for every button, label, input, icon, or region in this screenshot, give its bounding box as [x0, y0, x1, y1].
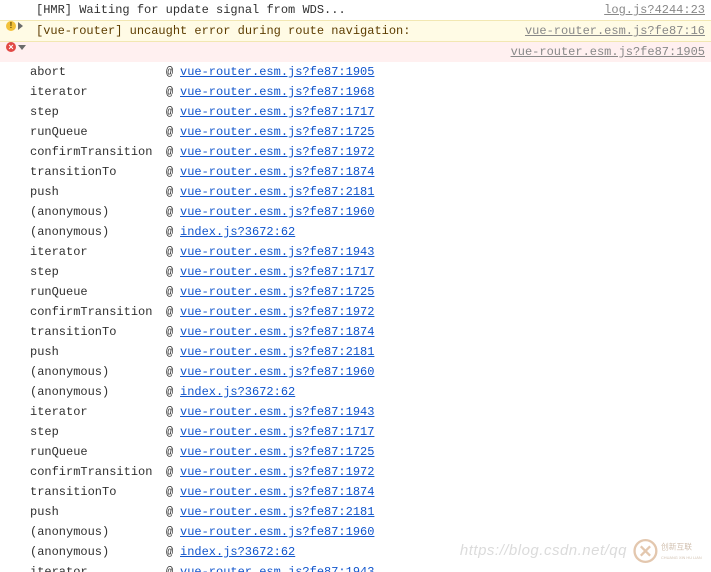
stack-at: @	[166, 482, 180, 502]
stack-source-link[interactable]: vue-router.esm.js?fe87:1725	[180, 122, 711, 142]
stack-function: confirmTransition	[30, 142, 166, 162]
stack-function: confirmTransition	[30, 462, 166, 482]
stack-function: (anonymous)	[30, 222, 166, 242]
console-row-log[interactable]: [HMR] Waiting for update signal from WDS…	[0, 0, 711, 20]
console-row-warn[interactable]: [vue-router] uncaught error during route…	[0, 20, 711, 42]
collapse-icon[interactable]	[18, 45, 26, 50]
stack-trace: abort@vue-router.esm.js?fe87:1905iterato…	[0, 62, 711, 572]
stack-at: @	[166, 182, 180, 202]
stack-source-link[interactable]: vue-router.esm.js?fe87:1968	[180, 82, 711, 102]
stack-at: @	[166, 442, 180, 462]
stack-source-link[interactable]: vue-router.esm.js?fe87:1943	[180, 242, 711, 262]
stack-source-link[interactable]: vue-router.esm.js?fe87:1960	[180, 202, 711, 222]
stack-source-link[interactable]: vue-router.esm.js?fe87:1717	[180, 102, 711, 122]
stack-at: @	[166, 162, 180, 182]
stack-source-link[interactable]: vue-router.esm.js?fe87:1972	[180, 302, 711, 322]
stack-at: @	[166, 562, 180, 572]
stack-function: push	[30, 342, 166, 362]
stack-at: @	[166, 282, 180, 302]
stack-source-link[interactable]: vue-router.esm.js?fe87:1725	[180, 442, 711, 462]
stack-source-link[interactable]: vue-router.esm.js?fe87:1943	[180, 402, 711, 422]
stack-function: step	[30, 262, 166, 282]
stack-source-link[interactable]: index.js?3672:62	[180, 542, 711, 562]
log-source-link[interactable]: log.js?4244:23	[592, 0, 705, 20]
stack-at: @	[166, 422, 180, 442]
stack-function: iterator	[30, 562, 166, 572]
error-source-link[interactable]: vue-router.esm.js?fe87:1905	[499, 42, 705, 62]
stack-source-link[interactable]: vue-router.esm.js?fe87:1874	[180, 482, 711, 502]
log-message: [HMR] Waiting for update signal from WDS…	[36, 0, 592, 20]
stack-at: @	[166, 402, 180, 422]
stack-at: @	[166, 222, 180, 242]
stack-function: runQueue	[30, 442, 166, 462]
stack-source-link[interactable]: vue-router.esm.js?fe87:1972	[180, 142, 711, 162]
stack-source-link[interactable]: vue-router.esm.js?fe87:1972	[180, 462, 711, 482]
stack-at: @	[166, 362, 180, 382]
stack-function: transitionTo	[30, 322, 166, 342]
stack-function: iterator	[30, 402, 166, 422]
stack-at: @	[166, 202, 180, 222]
stack-function: (anonymous)	[30, 522, 166, 542]
warning-icon	[6, 21, 16, 31]
stack-function: (anonymous)	[30, 382, 166, 402]
stack-at: @	[166, 242, 180, 262]
devtools-console: [HMR] Waiting for update signal from WDS…	[0, 0, 711, 572]
stack-source-link[interactable]: index.js?3672:62	[180, 222, 711, 242]
stack-source-link[interactable]: vue-router.esm.js?fe87:1874	[180, 162, 711, 182]
stack-at: @	[166, 82, 180, 102]
stack-at: @	[166, 502, 180, 522]
stack-function: step	[30, 102, 166, 122]
stack-function: abort	[30, 62, 166, 82]
stack-at: @	[166, 122, 180, 142]
stack-function: iterator	[30, 82, 166, 102]
row-gutter	[6, 21, 36, 31]
stack-function: step	[30, 422, 166, 442]
stack-source-link[interactable]: vue-router.esm.js?fe87:1960	[180, 522, 711, 542]
stack-at: @	[166, 322, 180, 342]
stack-function: transitionTo	[30, 162, 166, 182]
stack-function: push	[30, 502, 166, 522]
stack-function: iterator	[30, 242, 166, 262]
stack-source-link[interactable]: vue-router.esm.js?fe87:2181	[180, 502, 711, 522]
stack-function: push	[30, 182, 166, 202]
stack-function: (anonymous)	[30, 542, 166, 562]
row-gutter	[6, 42, 36, 52]
error-icon	[6, 42, 16, 52]
stack-source-link[interactable]: vue-router.esm.js?fe87:2181	[180, 182, 711, 202]
stack-source-link[interactable]: vue-router.esm.js?fe87:1943	[180, 562, 711, 572]
stack-at: @	[166, 102, 180, 122]
stack-source-link[interactable]: vue-router.esm.js?fe87:2181	[180, 342, 711, 362]
warn-message: [vue-router] uncaught error during route…	[36, 21, 513, 41]
stack-at: @	[166, 302, 180, 322]
stack-at: @	[166, 262, 180, 282]
stack-at: @	[166, 542, 180, 562]
stack-source-link[interactable]: index.js?3672:62	[180, 382, 711, 402]
stack-source-link[interactable]: vue-router.esm.js?fe87:1717	[180, 262, 711, 282]
stack-source-link[interactable]: vue-router.esm.js?fe87:1725	[180, 282, 711, 302]
warn-source-link[interactable]: vue-router.esm.js?fe87:16	[513, 21, 705, 41]
expand-icon[interactable]	[18, 22, 23, 30]
stack-at: @	[166, 342, 180, 362]
stack-source-link[interactable]: vue-router.esm.js?fe87:1717	[180, 422, 711, 442]
stack-source-link[interactable]: vue-router.esm.js?fe87:1905	[180, 62, 711, 82]
stack-function: runQueue	[30, 282, 166, 302]
stack-at: @	[166, 462, 180, 482]
stack-function: runQueue	[30, 122, 166, 142]
stack-source-link[interactable]: vue-router.esm.js?fe87:1874	[180, 322, 711, 342]
stack-at: @	[166, 522, 180, 542]
console-row-error[interactable]: vue-router.esm.js?fe87:1905	[0, 42, 711, 62]
stack-at: @	[166, 382, 180, 402]
stack-function: (anonymous)	[30, 362, 166, 382]
stack-at: @	[166, 62, 180, 82]
stack-source-link[interactable]: vue-router.esm.js?fe87:1960	[180, 362, 711, 382]
stack-at: @	[166, 142, 180, 162]
stack-function: transitionTo	[30, 482, 166, 502]
stack-function: (anonymous)	[30, 202, 166, 222]
stack-function: confirmTransition	[30, 302, 166, 322]
